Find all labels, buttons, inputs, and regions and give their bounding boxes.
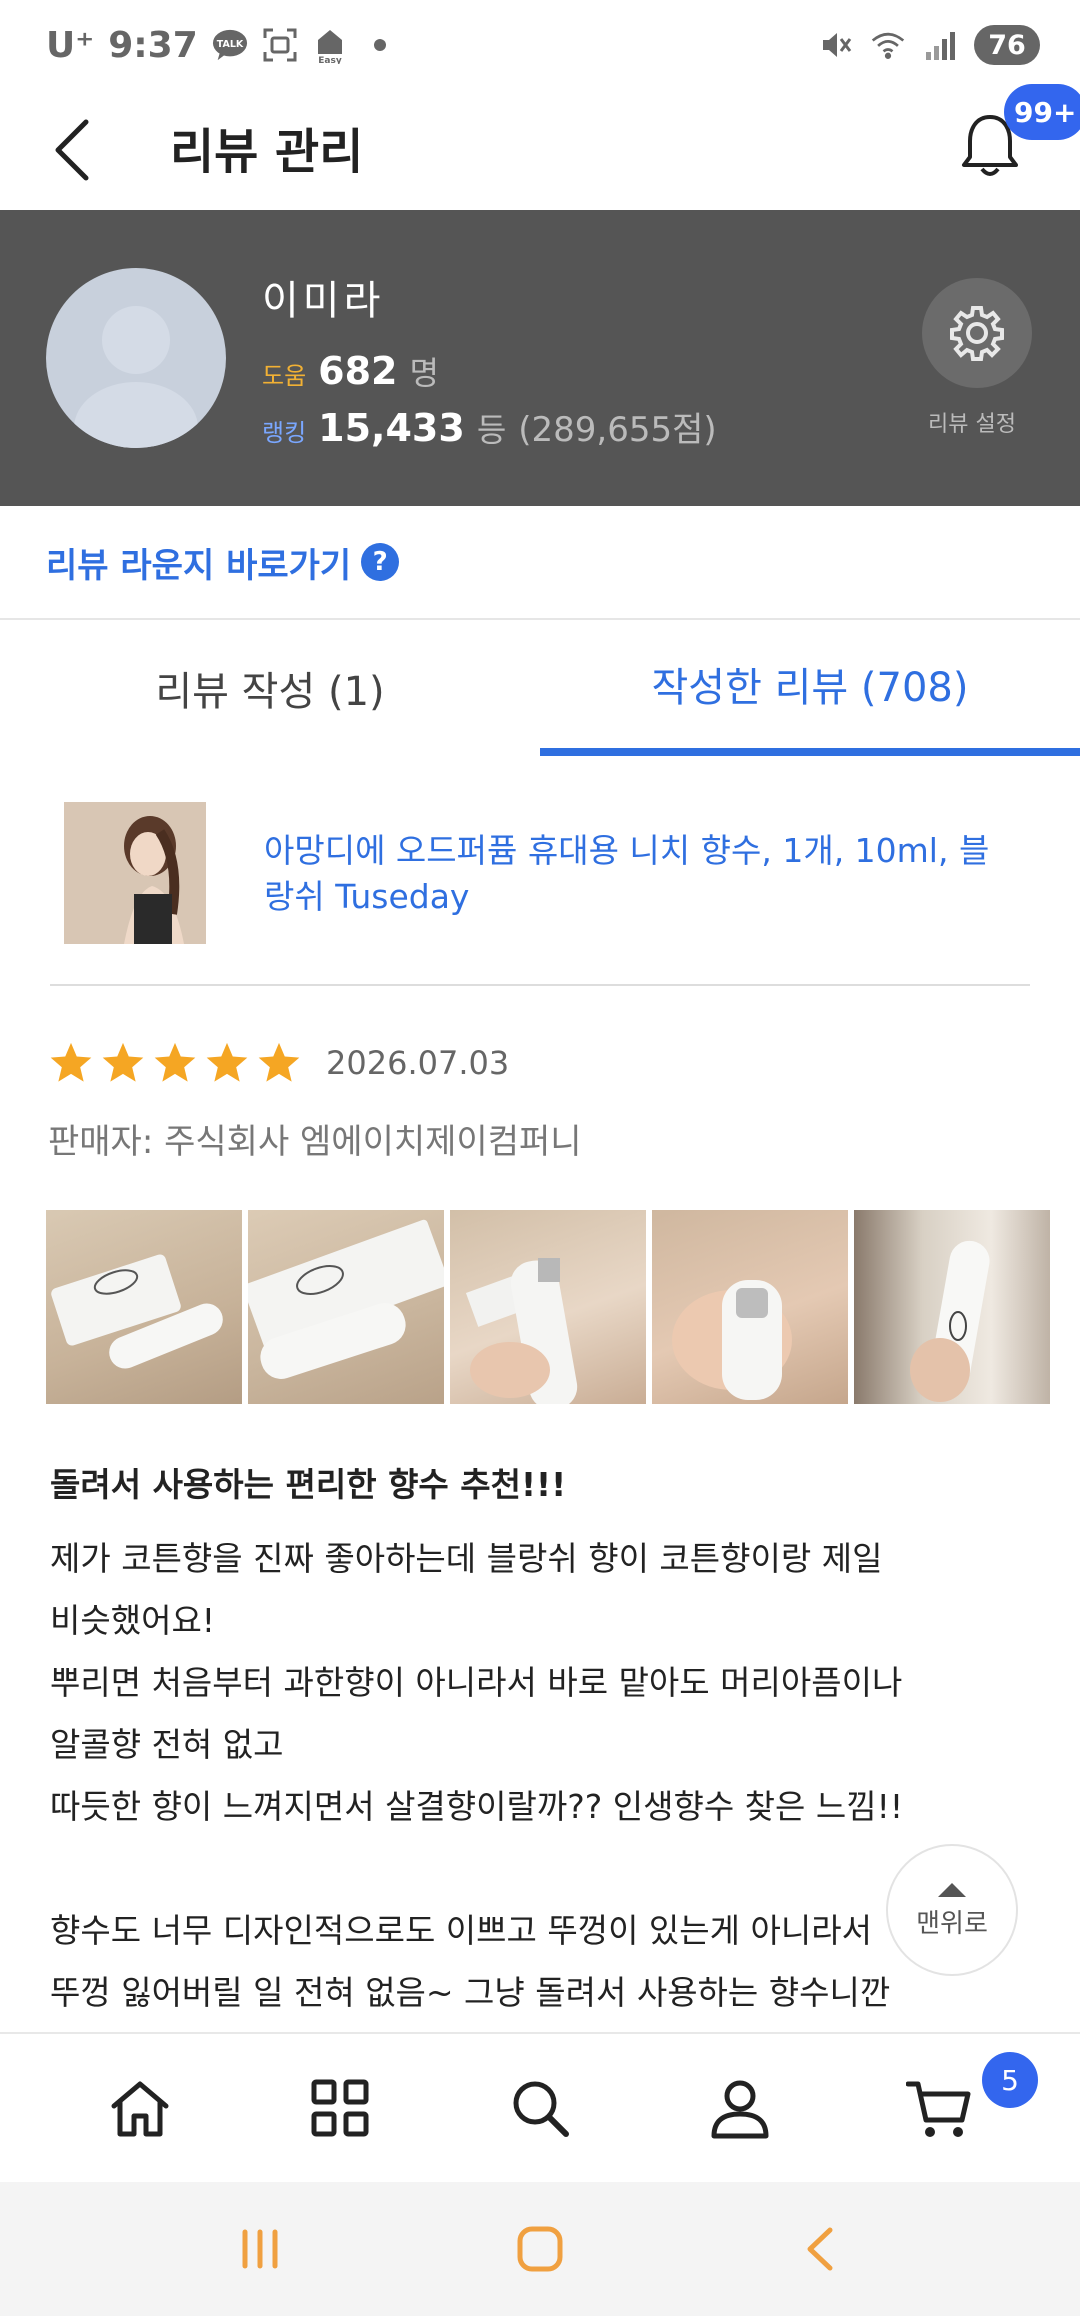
- easy-label: Easy: [318, 56, 342, 64]
- help-label: 도움: [262, 362, 307, 390]
- system-navigation: [0, 2182, 1080, 2316]
- talk-icon: TALK: [212, 27, 248, 63]
- cart-count-badge: 5: [982, 2052, 1038, 2108]
- help-count: 682: [318, 349, 398, 393]
- profile-card: 이미라 도움 682 명 랭킹 15,433 등 (289,655점) 리뷰 설…: [0, 210, 1080, 506]
- recent-apps-icon: [242, 2229, 278, 2269]
- wifi-icon: [870, 27, 906, 63]
- scroll-to-top-label: 맨위로: [916, 1908, 988, 1939]
- review-line: 뿌리면 처음부터 과한향이 아니라서 바로 맡아도 머리아픔이나: [50, 1663, 903, 1702]
- rating-stars: 2026.07.03: [48, 1040, 509, 1086]
- review-tabs: 리뷰 작성 (1) 작성한 리뷰 (708): [0, 620, 1080, 756]
- review-photo[interactable]: [243, 1210, 449, 1404]
- notification-dot-icon: [373, 39, 386, 51]
- easy-home-icon: Easy: [312, 27, 348, 64]
- star-icon: [50, 1042, 92, 1082]
- recent-apps-button[interactable]: [215, 2204, 305, 2294]
- review-line: 제가 코튼향을 진짜 좋아하는데 블랑쉬 향이 코튼향이랑 제일: [50, 1539, 883, 1578]
- signal-icon: [922, 27, 958, 63]
- person-silhouette-icon: [74, 306, 198, 448]
- product-item[interactable]: 아망디에 오드퍼퓸 휴대용 니치 향수, 1개, 10ml, 블랑쉬 Tused…: [50, 800, 1030, 986]
- review-line: 알콜향 전혀 없고: [50, 1725, 284, 1764]
- my-page-icon: [711, 2080, 769, 2139]
- search-icon: [513, 2081, 569, 2137]
- star-icon: [206, 1042, 248, 1082]
- review-settings-label: 리뷰 설정: [928, 412, 1016, 437]
- nav-my-page[interactable]: [690, 2058, 790, 2158]
- star-icon: [258, 1042, 300, 1082]
- battery-indicator: 76: [974, 25, 1040, 65]
- review-photo[interactable]: [854, 1210, 1050, 1404]
- nav-category[interactable]: [290, 2058, 390, 2158]
- rank-stat: 랭킹 15,433 등 (289,655점): [262, 402, 717, 451]
- product-thumbnail[interactable]: [64, 802, 206, 944]
- rank-label: 랭킹: [262, 419, 307, 447]
- tab-written-reviews[interactable]: 작성한 리뷰 (708): [540, 620, 1080, 756]
- question-icon[interactable]: ?: [361, 543, 400, 581]
- status-right: 76: [818, 25, 1040, 65]
- back-button[interactable]: [40, 108, 104, 192]
- help-unit: 명: [409, 354, 439, 392]
- home-icon: [111, 2081, 169, 2137]
- page-title: 리뷰 관리: [170, 124, 364, 180]
- perfume-box-photo-icon: [243, 1219, 449, 1379]
- perfume-box-photo-icon: [51, 1254, 223, 1369]
- bottom-navigation: [0, 2032, 1080, 2182]
- caret-up-icon: [938, 1882, 966, 1897]
- star-icon: [102, 1042, 144, 1082]
- review-lounge-label: 리뷰 라운지 바로가기: [46, 545, 352, 586]
- review-date: 2026.07.03: [326, 1044, 510, 1082]
- perfume-in-hand-photo-icon: [910, 1240, 990, 1402]
- help-stat: 도움 682 명: [262, 348, 439, 394]
- seller-name: 판매자: 주식회사 엠에이치제이컴퍼니: [48, 1122, 582, 1162]
- review-photo-gallery[interactable]: [46, 1210, 1080, 1404]
- back-arrow-icon: [807, 2227, 833, 2271]
- status-left: U⁺ 9:37 TALK Easy: [46, 25, 386, 66]
- rank-points: (289,655점): [518, 410, 717, 450]
- perfume-in-hand-photo-icon: [672, 1280, 792, 1400]
- status-bar: U⁺ 9:37 TALK Easy 76: [0, 0, 1080, 90]
- talk-label: TALK: [217, 39, 244, 50]
- nav-cart[interactable]: [890, 2058, 990, 2158]
- review-line: 비슷했어요!: [50, 1601, 216, 1640]
- review-lounge-link[interactable]: 리뷰 라운지 바로가기 ?: [0, 506, 1080, 620]
- scan-icon: [262, 27, 298, 63]
- rank-value: 15,433: [318, 406, 465, 450]
- category-icon: [311, 2079, 369, 2137]
- profile-name: 이미라: [262, 278, 385, 324]
- product-title[interactable]: 아망디에 오드퍼퓸 휴대용 니치 향수, 1개, 10ml, 블랑쉬 Tused…: [264, 828, 1004, 920]
- notification-badge: 99+: [1004, 84, 1080, 140]
- review-title: 돌려서 사용하는 편리한 향수 추천!!!: [50, 1465, 567, 1504]
- review-body: 제가 코튼향을 진짜 좋아하는데 블랑쉬 향이 코튼향이랑 제일 비슷했어요! …: [50, 1528, 1040, 2024]
- mute-icon: [818, 27, 854, 63]
- review-photo[interactable]: [450, 1210, 646, 1404]
- perfume-in-hand-photo-icon: [465, 1258, 578, 1404]
- home-button[interactable]: [495, 2204, 585, 2294]
- review-photo[interactable]: [652, 1210, 848, 1404]
- star-icon: [154, 1042, 196, 1082]
- cart-icon: [906, 2081, 971, 2137]
- home-square-icon: [517, 2226, 563, 2272]
- carrier-label: U⁺: [46, 24, 95, 66]
- tab-write-review[interactable]: 리뷰 작성 (1): [0, 620, 540, 756]
- review-line: 뚜껑 잃어버릴 일 전혀 없음~ 그냥 돌려서 사용하는 향수니깐: [50, 1973, 891, 2012]
- review-settings-button[interactable]: [922, 278, 1032, 388]
- scroll-to-top-button[interactable]: 맨위로: [886, 1844, 1018, 1976]
- review-photo[interactable]: [46, 1210, 242, 1404]
- time-label: 9:37: [108, 24, 198, 66]
- chevron-left-icon: [55, 119, 89, 181]
- app-header: 리뷰 관리: [0, 90, 1080, 210]
- gear-icon: [950, 306, 1004, 361]
- system-back-button[interactable]: [775, 2204, 865, 2294]
- review-line: 따듯한 향이 느껴지면서 살결향이랄까?? 인생향수 찾은 느낌!!: [50, 1787, 904, 1826]
- avatar: [46, 268, 226, 448]
- nav-home[interactable]: [90, 2058, 190, 2158]
- model-photo-icon: [64, 802, 206, 944]
- rank-unit: 등: [476, 411, 507, 449]
- nav-search[interactable]: [490, 2058, 590, 2158]
